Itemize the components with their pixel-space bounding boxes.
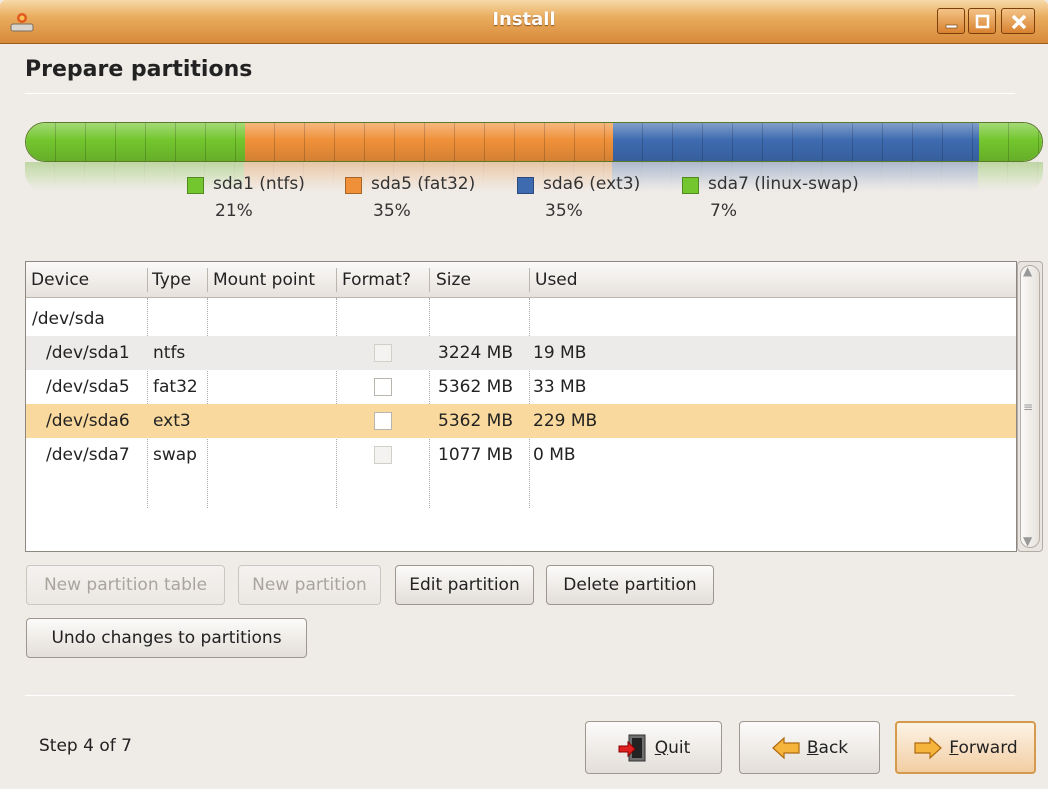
bottom-separator <box>25 695 1015 696</box>
cell-size: 3224 MB <box>438 343 513 363</box>
legend-name: sda7 (linux-swap) <box>708 174 859 194</box>
step-indicator: Step 4 of 7 <box>39 736 132 756</box>
column-header-type[interactable]: Type <box>152 270 191 290</box>
quit-button[interactable]: Quit <box>585 721 722 774</box>
format-checkbox <box>374 446 392 464</box>
legend-swatch <box>187 177 204 194</box>
table-row[interactable]: /dev/sda <box>26 302 1016 336</box>
partition-bar-reflection <box>25 162 1043 192</box>
cell-used: 33 MB <box>533 377 587 397</box>
legend-name: sda6 (ext3) <box>543 174 641 194</box>
scroll-grip-icon: ≡ <box>1023 400 1034 414</box>
new-partition-table-button[interactable]: New partition table <box>26 565 225 605</box>
legend-percent: 7% <box>710 201 737 221</box>
column-header-size[interactable]: Size <box>436 270 471 290</box>
scroll-up-icon[interactable]: ▲ <box>1023 264 1032 278</box>
legend-percent: 35% <box>545 201 583 221</box>
legend-swatch <box>517 177 534 194</box>
column-header-used[interactable]: Used <box>535 270 578 290</box>
forward-arrow-icon <box>914 736 943 759</box>
cell-type: fat32 <box>153 377 198 397</box>
close-icon <box>1011 14 1027 30</box>
table-row[interactable]: /dev/sda1 ntfs 3224 MB 19 MB <box>26 336 1016 370</box>
partition-segment <box>25 162 244 192</box>
table-row-selected[interactable]: /dev/sda6 ext3 5362 MB 229 MB <box>26 404 1016 438</box>
minimize-button[interactable] <box>937 8 965 34</box>
table-header: Device Type Mount point Format? Size Use… <box>26 262 1016 298</box>
cell-device: /dev/sda <box>32 309 105 329</box>
legend-percent: 35% <box>373 201 411 221</box>
cell-used: 229 MB <box>533 411 598 431</box>
edit-partition-button[interactable]: Edit partition <box>395 565 534 605</box>
quit-icon <box>618 734 646 761</box>
partition-segment <box>613 123 979 161</box>
maximize-button[interactable] <box>968 8 996 34</box>
cell-size: 5362 MB <box>438 377 513 397</box>
delete-partition-button[interactable]: Delete partition <box>546 565 714 605</box>
cell-type: ext3 <box>153 411 191 431</box>
top-separator <box>25 93 1015 94</box>
column-header-mount-point[interactable]: Mount point <box>213 270 315 290</box>
cell-used: 19 MB <box>533 343 587 363</box>
column-header-device[interactable]: Device <box>31 270 89 290</box>
cell-device: /dev/sda1 <box>46 343 130 363</box>
format-checkbox[interactable] <box>374 412 392 430</box>
close-button[interactable] <box>1001 8 1035 34</box>
format-checkbox[interactable] <box>374 378 392 396</box>
cell-device: /dev/sda5 <box>46 377 130 397</box>
cell-size: 5362 MB <box>438 411 513 431</box>
back-arrow-icon <box>771 736 800 759</box>
cell-device: /dev/sda6 <box>46 411 130 431</box>
cell-type: swap <box>153 445 197 465</box>
legend-name: sda5 (fat32) <box>371 174 476 194</box>
forward-button[interactable]: Forward <box>895 721 1036 774</box>
cell-device: /dev/sda7 <box>46 445 130 465</box>
scroll-down-icon[interactable]: ▼ <box>1023 534 1032 548</box>
column-header-format[interactable]: Format? <box>342 270 411 290</box>
legend-swatch <box>682 177 699 194</box>
partition-segment <box>26 123 245 161</box>
undo-changes-button[interactable]: Undo changes to partitions <box>26 618 307 658</box>
partition-segment <box>979 123 1042 161</box>
legend-name: sda1 (ntfs) <box>213 174 305 194</box>
partition-segment <box>978 162 1043 192</box>
cell-size: 1077 MB <box>438 445 513 465</box>
format-checkbox <box>374 344 392 362</box>
table-row[interactable]: /dev/sda5 fat32 5362 MB 33 MB <box>26 370 1016 404</box>
title-bar[interactable]: Install <box>0 0 1048 44</box>
page-title: Prepare partitions <box>25 57 253 82</box>
window-title: Install <box>492 9 556 30</box>
new-partition-button[interactable]: New partition <box>238 565 381 605</box>
cell-type: ntfs <box>153 343 186 363</box>
legend-percent: 21% <box>215 201 253 221</box>
table-scrollbar[interactable]: ▲ ≡ ▼ <box>1017 261 1043 552</box>
minimize-icon <box>945 24 958 29</box>
partition-table[interactable]: Device Type Mount point Format? Size Use… <box>25 261 1017 552</box>
maximize-icon <box>975 14 990 29</box>
table-row[interactable]: /dev/sda7 swap 1077 MB 0 MB <box>26 438 1016 472</box>
partition-bar <box>25 122 1043 162</box>
cell-used: 0 MB <box>533 445 576 465</box>
legend-swatch <box>345 177 362 194</box>
partition-segment <box>245 123 613 161</box>
back-button[interactable]: Back <box>739 721 880 774</box>
